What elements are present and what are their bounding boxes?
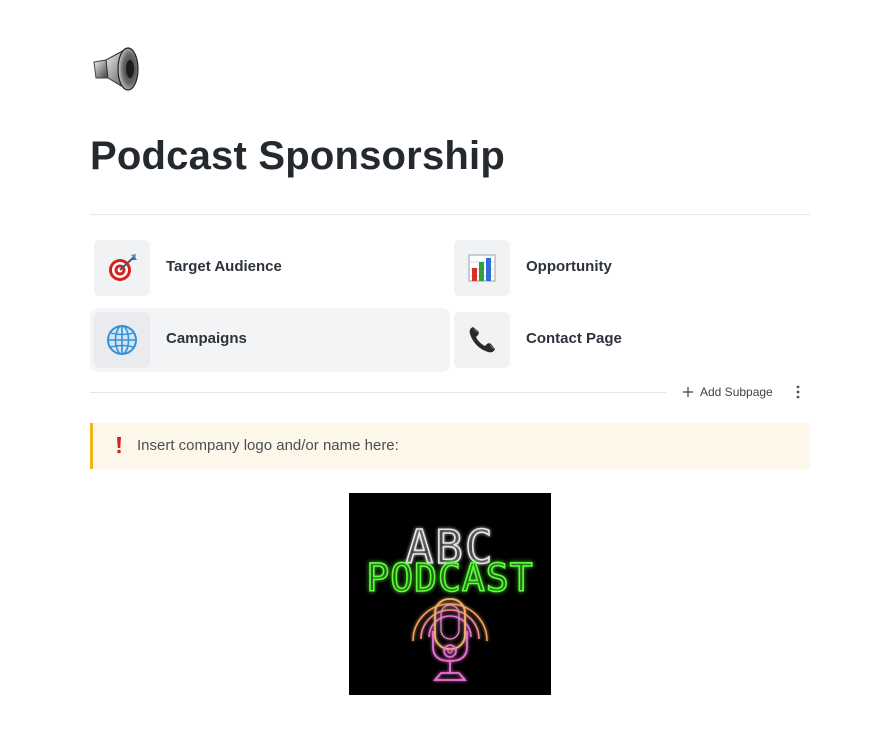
page-title: Podcast Sponsorship <box>90 134 505 178</box>
callout: Insert company logo and/or name here: <box>90 423 810 469</box>
subpage-divider <box>90 392 666 393</box>
globe-icon <box>94 312 150 368</box>
title-divider <box>90 214 810 215</box>
subpage-grid: Target Audience Opportunity Campaigns Co… <box>90 236 810 372</box>
subpage-opportunity[interactable]: Opportunity <box>450 236 810 300</box>
more-options-button[interactable] <box>792 383 804 401</box>
subpage-label: Opportunity <box>526 258 612 275</box>
add-subpage-label: Add Subpage <box>700 385 773 399</box>
logo-text-podcast: PODCAST <box>366 556 533 600</box>
exclamation-icon <box>117 437 121 454</box>
callout-text: Insert company logo and/or name here: <box>137 437 399 454</box>
bar-chart-icon <box>454 240 510 296</box>
podcast-logo-image[interactable]: ABC PODCAST <box>349 493 551 695</box>
subpage-contact-page[interactable]: Contact Page <box>450 308 810 372</box>
vertical-dots-icon <box>796 385 800 399</box>
subpage-label: Campaigns <box>166 330 247 347</box>
subpage-target-audience[interactable]: Target Audience <box>90 236 450 300</box>
telephone-icon <box>454 312 510 368</box>
plus-icon <box>683 387 693 397</box>
speaker-icon[interactable] <box>90 44 142 94</box>
target-dart-icon <box>94 240 150 296</box>
subpage-campaigns[interactable]: Campaigns <box>90 308 450 372</box>
add-subpage-button[interactable]: Add Subpage <box>682 383 773 401</box>
subpage-label: Target Audience <box>166 258 282 275</box>
page: Podcast Sponsorship Target Audience Oppo… <box>0 0 870 729</box>
subpage-label: Contact Page <box>526 330 622 347</box>
